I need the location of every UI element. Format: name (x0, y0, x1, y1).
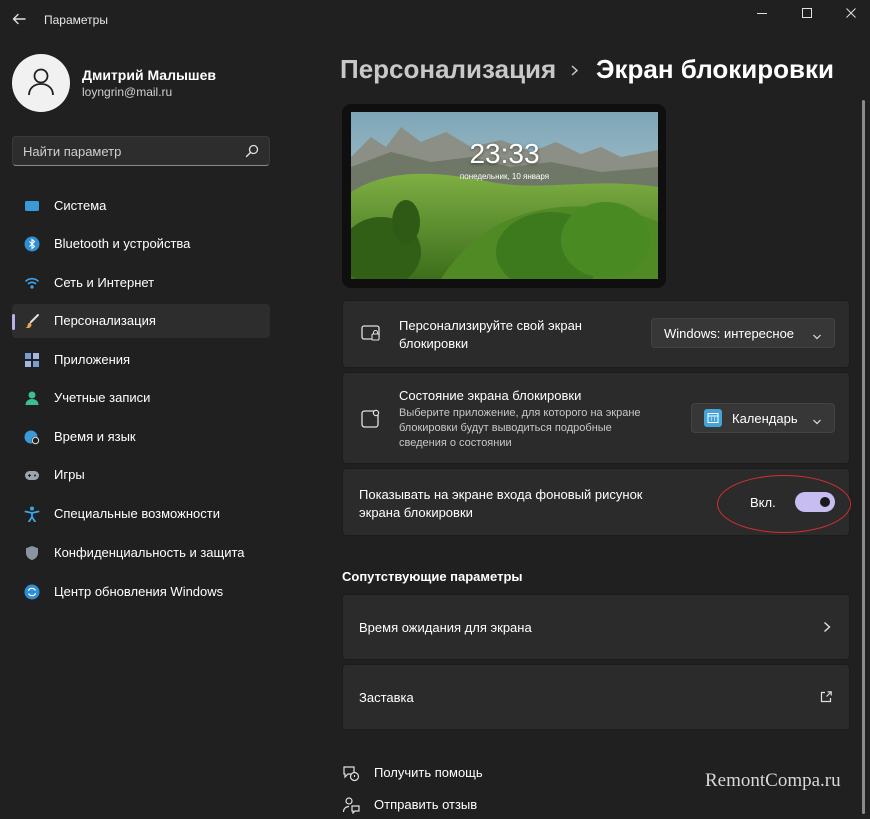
sidebar-item-network[interactable]: Сеть и Интернет (12, 266, 270, 300)
account-icon (24, 390, 40, 406)
active-indicator (12, 314, 15, 330)
chevron-right-icon (568, 60, 582, 80)
sidebar-item-gaming[interactable]: Игры (12, 458, 270, 492)
send-feedback-link[interactable]: Отправить отзыв (342, 792, 702, 816)
screensaver-link[interactable]: Заставка (342, 664, 850, 730)
sidebar-item-label: Персонализация (54, 313, 156, 328)
search-placeholder: Найти параметр (23, 144, 122, 159)
screen-timeout-link[interactable]: Время ожидания для экрана (342, 594, 850, 660)
send-feedback-label: Отправить отзыв (374, 797, 478, 812)
related-item-label: Время ожидания для экрана (359, 620, 532, 635)
brush-icon (24, 313, 40, 329)
globe-clock-icon (24, 429, 40, 445)
chevron-down-icon (812, 414, 822, 425)
sidebar-item-label: Игры (54, 467, 85, 482)
preview-time: 23:33 (469, 138, 540, 169)
sidebar-item-apps[interactable]: Приложения (12, 343, 270, 377)
user-name: Дмитрий Малышев (82, 67, 216, 83)
avatar[interactable] (12, 54, 70, 112)
sidebar-item-bluetooth[interactable]: Bluetooth и устройства (12, 227, 270, 261)
sidebar-item-personalization[interactable]: Персонализация (12, 304, 270, 338)
sidebar-item-privacy[interactable]: Конфиденциальность и защита (12, 536, 270, 570)
calendar-icon (704, 409, 722, 427)
close-button[interactable] (828, 2, 870, 24)
chevron-down-icon (812, 329, 822, 340)
help-icon (342, 764, 360, 782)
dropdown-value: Календарь (732, 411, 798, 426)
chevron-right-icon (821, 619, 833, 635)
apps-icon (24, 352, 40, 368)
breadcrumb-parent[interactable]: Персонализация (340, 54, 556, 85)
status-title: Состояние экрана блокировки (399, 388, 582, 403)
sidebar-item-label: Учетные записи (54, 390, 151, 405)
sidebar-item-label: Система (54, 198, 107, 213)
dropdown-value: Windows: интересное (664, 326, 795, 341)
personalize-title: Персонализируйте свой экран блокировки (399, 318, 582, 351)
maximize-button[interactable] (784, 2, 830, 24)
status-icon (361, 409, 381, 429)
display-icon (24, 198, 40, 214)
sidebar-item-label: Сеть и Интернет (54, 275, 155, 290)
sidebar-item-label: Конфиденциальность и защита (54, 545, 245, 560)
search-input[interactable]: Найти параметр (12, 136, 270, 166)
lock-screen-icon (361, 324, 381, 344)
update-icon (24, 584, 40, 600)
lock-screen-preview: 23:33 понедельник, 10 января (342, 104, 666, 288)
scrollbar[interactable] (862, 100, 865, 814)
related-item-label: Заставка (359, 690, 414, 705)
preview-image: 23:33 понедельник, 10 января (351, 112, 658, 279)
sidebar-item-label: Приложения (54, 352, 131, 367)
close-icon (845, 7, 857, 19)
page-title: Экран блокировки (596, 54, 834, 84)
preview-date: понедельник, 10 января (459, 172, 550, 181)
status-description: Выберите приложение, для которого на экр… (399, 407, 641, 449)
bluetooth-icon (24, 236, 40, 252)
shield-icon (24, 545, 40, 561)
personalize-lock-screen-card: Персонализируйте свой экран блокировки W… (342, 300, 850, 368)
user-email: loyngrin@mail.ru (82, 85, 173, 99)
back-arrow-icon[interactable] (10, 10, 28, 28)
sidebar-item-label: Центр обновления Windows (54, 584, 224, 599)
status-app-dropdown[interactable]: Календарь (691, 403, 835, 433)
watermark: RemontCompa.ru (705, 770, 841, 791)
feedback-icon (342, 796, 360, 815)
sidebar-item-label: Специальные возможности (54, 506, 220, 521)
sidebar-item-windows-update[interactable]: Центр обновления Windows (12, 575, 270, 609)
minimize-button[interactable] (739, 2, 785, 24)
wifi-icon (24, 275, 40, 291)
sidebar-item-system[interactable]: Система (12, 189, 270, 223)
related-settings-title: Сопутствующие параметры (342, 569, 523, 584)
minimize-icon (756, 7, 768, 19)
lock-screen-status-card: Состояние экрана блокировки Выберите при… (342, 372, 850, 464)
get-help-link[interactable]: Получить помощь (342, 760, 702, 784)
signin-background-title: Показывать на экране входа фоновый рисун… (359, 487, 643, 520)
accessibility-icon (24, 506, 40, 523)
title-bar: Параметры (0, 0, 870, 40)
get-help-label: Получить помощь (374, 765, 483, 780)
sidebar-item-accessibility[interactable]: Специальные возможности (12, 497, 270, 531)
sidebar-item-time-language[interactable]: Время и язык (12, 420, 270, 454)
lock-screen-type-dropdown[interactable]: Windows: интересное (651, 318, 835, 348)
annotation-ellipse (717, 475, 851, 533)
search-icon[interactable] (245, 144, 259, 158)
gamepad-icon (24, 467, 40, 483)
external-link-icon (819, 690, 833, 704)
person-icon (26, 66, 56, 101)
sidebar-item-accounts[interactable]: Учетные записи (12, 381, 270, 415)
sidebar-item-label: Bluetooth и устройства (54, 236, 191, 251)
maximize-icon (801, 7, 813, 19)
app-title: Параметры (44, 13, 108, 27)
sidebar-item-label: Время и язык (54, 429, 136, 444)
